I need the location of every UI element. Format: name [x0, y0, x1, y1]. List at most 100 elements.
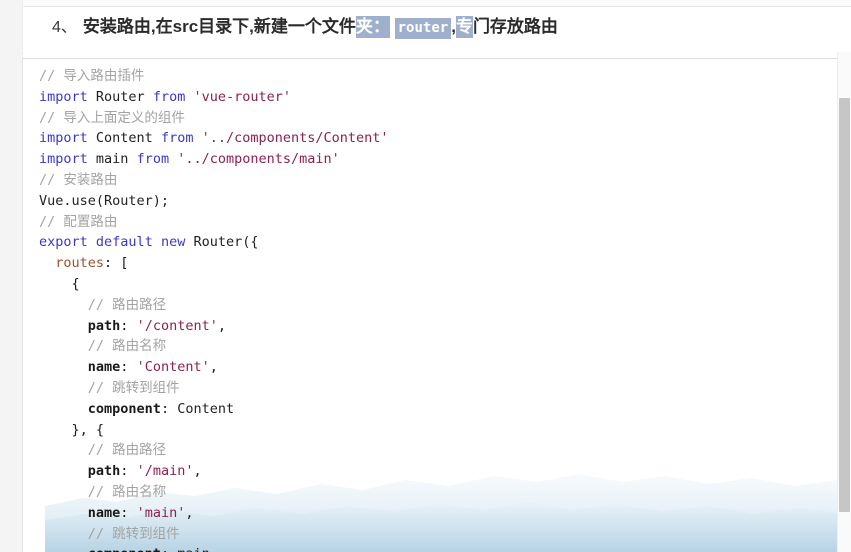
code-line: import Router from 'vue-router': [39, 87, 838, 108]
code-token-punc: }, {: [39, 421, 105, 438]
code-line: path: '/main',: [39, 461, 838, 482]
vertical-scrollbar-thumb[interactable]: [839, 98, 850, 512]
code-token-cmt: // 路由路径: [87, 296, 167, 313]
code-line: component: main: [39, 544, 838, 552]
code-token-plain: Vue.use(Router);: [39, 192, 170, 209]
code-token-plain: : Content: [160, 400, 235, 417]
code-token-prop: name: [87, 504, 121, 521]
code-token-brown: routes: [55, 255, 105, 272]
code-line: // 跳转到组件: [39, 378, 838, 399]
code-line: name: 'Content',: [39, 357, 838, 378]
code-token-prop: path: [87, 317, 121, 334]
code-token-kw: from: [136, 151, 170, 168]
code-token-kw: default: [95, 234, 153, 251]
code-token-cmt: // 跳转到组件: [87, 525, 180, 542]
code-token-cmt: // 导入上面定义的组件: [39, 109, 185, 126]
code-line: // 安装路由: [39, 170, 838, 191]
code-token-kw: from: [152, 88, 186, 105]
code-line: }, {: [39, 420, 838, 441]
content-rule: [22, 50, 838, 51]
code-line: // 路由路径: [39, 440, 838, 461]
code-token-ident: Content: [87, 130, 161, 147]
code-token-cmt: // 路由名称: [87, 483, 167, 500]
code-token-str: 'vue-router': [193, 88, 292, 105]
code-token-prop: name: [87, 359, 121, 376]
page-heading: 4、 安装路由,在src目录下,新建一个文件夹： router ,专门存放路由: [52, 13, 558, 41]
code-line: export default new Router({: [39, 232, 838, 253]
code-token-punc: :: [120, 359, 137, 376]
code-token-cmt: // 导入路由插件: [39, 68, 145, 84]
top-strip: [0, 0, 851, 7]
vertical-scrollbar-track[interactable]: [837, 52, 851, 552]
heading-selected-segment: 专: [455, 16, 473, 38]
code-token-punc: {: [39, 275, 80, 292]
code-line: // 导入路由插件: [39, 66, 838, 87]
code-token-kw: export: [39, 234, 88, 251]
code-token-cmt: // 路由名称: [87, 338, 167, 355]
code-line: import main from '../components/main': [39, 149, 838, 170]
code-line: // 跳转到组件: [39, 524, 838, 545]
code-line: // 配置路由: [39, 212, 838, 233]
heading-selected-segment: 夹：: [355, 16, 390, 38]
code-token-plain: : main: [161, 546, 210, 552]
code-line: {: [39, 274, 838, 295]
code-token-str: '/content': [136, 317, 218, 334]
code-token-cmt: // 路由路径: [87, 442, 167, 459]
code-token-kw: from: [160, 130, 194, 147]
code-token-cmt: // 跳转到组件: [87, 379, 180, 396]
code-token-prop: component: [88, 546, 161, 552]
code-token-punc: ,: [193, 463, 202, 480]
code-token-str: 'main': [136, 504, 186, 521]
code-content[interactable]: // 导入路由插件 import Router from 'vue-router'…: [39, 66, 838, 552]
code-line: path: '/content',: [39, 316, 838, 337]
page-root: 4、 安装路由,在src目录下,新建一个文件夹： router ,专门存放路由 //…: [0, 0, 851, 552]
code-token-plain: Router({: [185, 234, 259, 251]
heading-number: 4、: [52, 19, 77, 36]
code-token-ident: main: [87, 151, 137, 168]
code-token-punc: ,: [217, 317, 226, 334]
code-token-kw: import: [39, 151, 88, 168]
code-token-cmt: // 配置路由: [39, 213, 118, 230]
heading-text: 安装路由,在src目录下,新建一个文件夹： router ,专门存放路由: [82, 16, 558, 39]
heading-segment: [390, 17, 395, 36]
code-token-punc: :: [120, 463, 137, 480]
heading-segment: 门存放路由: [472, 17, 558, 36]
code-line: name: 'main',: [39, 503, 838, 524]
heading-selected-segment: router: [394, 18, 452, 39]
heading-segment: 安装路由,在src目录下,新建一个文件: [82, 17, 356, 36]
top-strip-inner: [22, 0, 851, 7]
code-token-prop: path: [87, 463, 121, 480]
code-token-kw: new: [160, 234, 186, 251]
code-line: // 导入上面定义的组件: [39, 108, 838, 129]
code-token-prop: component: [87, 400, 161, 417]
code-token-punc: :: [120, 504, 137, 521]
code-token-kw: import: [39, 88, 88, 105]
code-token-cmt: // 安装路由: [39, 171, 118, 188]
code-line: Vue.use(Router);: [39, 191, 838, 212]
code-line: // 路由名称: [39, 482, 838, 503]
code-line: // 路由名称: [39, 336, 838, 357]
code-line: import Content from '../components/Conte…: [39, 128, 838, 149]
code-block[interactable]: // 导入路由插件 import Router from 'vue-router'…: [22, 58, 838, 552]
code-token-kw: import: [39, 130, 88, 147]
code-token-punc: ,: [209, 359, 218, 376]
code-token-punc: : [: [104, 255, 129, 272]
code-token-punc: ,: [185, 504, 194, 521]
